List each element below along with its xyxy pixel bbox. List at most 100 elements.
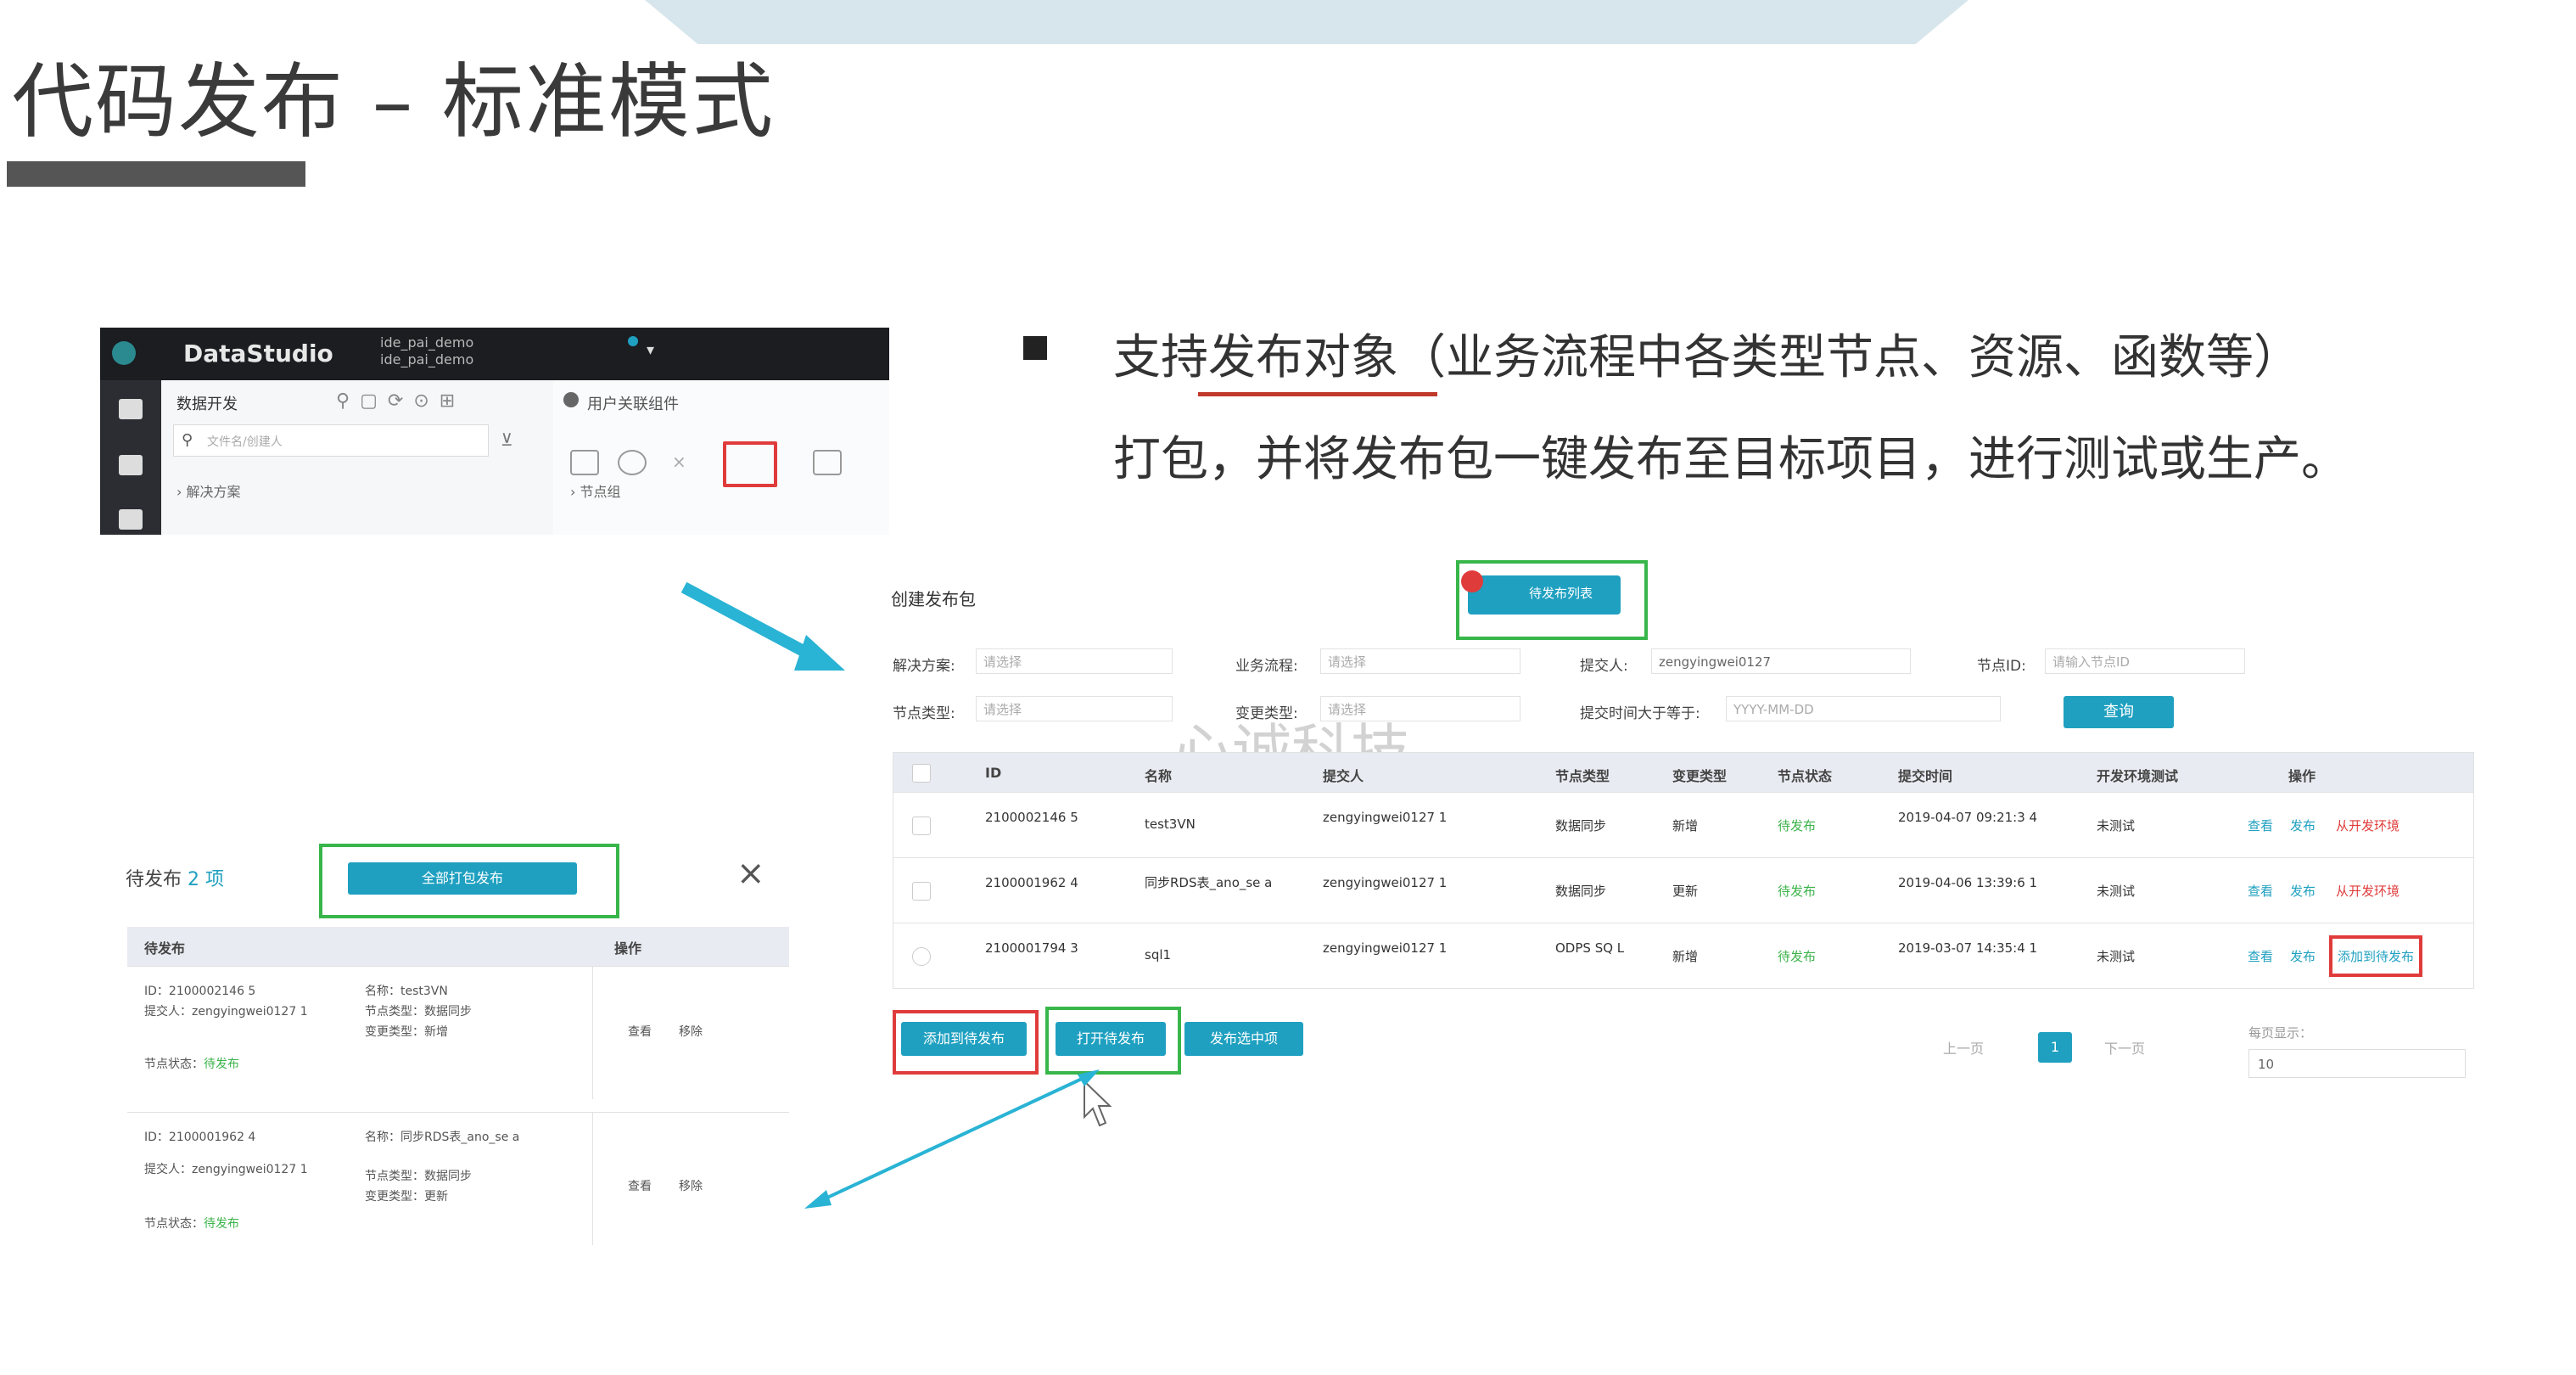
column-divider <box>592 967 593 1099</box>
submit-time-input[interactable]: YYYY-MM-DD <box>1726 696 2001 721</box>
column-header: ID <box>985 765 1002 781</box>
dialog-table-header: 待发布 操作 <box>127 927 789 966</box>
tree-item-solution[interactable]: › 解决方案 <box>176 480 241 501</box>
row-add-to-pending-link[interactable]: 添加到待发布 <box>2329 935 2423 977</box>
app-name: DataStudio <box>183 340 333 368</box>
node-id-input[interactable]: 请输入节点ID <box>2045 648 2245 674</box>
add-pending-highlight: 添加到待发布 <box>893 1010 1039 1075</box>
dialog-item-count: 2 项 <box>188 869 225 890</box>
close-icon[interactable]: × <box>736 854 765 893</box>
item-view-link[interactable]: 查看 <box>628 1023 652 1041</box>
search-nav-icon[interactable] <box>119 509 143 530</box>
row-dev-test: 未测试 <box>2097 818 2136 833</box>
stop-icon[interactable]: × <box>672 452 686 472</box>
bullet-text-line-1: 支持发布对象（业务流程中各类型节点、资源、函数等） <box>1113 330 2301 385</box>
solution-select[interactable]: 请选择 <box>976 648 1173 674</box>
run-icon[interactable] <box>618 450 647 475</box>
datastudio-logo-icon <box>112 341 136 365</box>
package-publish-all-button[interactable]: 全部打包发布 <box>348 862 577 895</box>
chevron-down-icon[interactable]: ▾ <box>647 341 654 359</box>
tab-user-component[interactable]: 用户关联组件 <box>587 392 679 414</box>
title-underline-bar <box>7 161 305 187</box>
publish-icon[interactable] <box>723 441 777 487</box>
table-row[interactable]: 2100001794 3 sql1 zengyingwei0127 1 ODPS… <box>893 923 2473 988</box>
panel-toolbar-icons[interactable]: ⚲▢⟳⊙⊞ <box>336 390 465 412</box>
row-publish-link[interactable]: 发布 <box>2290 947 2316 965</box>
row-node-type: 数据同步 <box>1555 884 1607 899</box>
field-label-submit-time: 提交时间大于等于: <box>1580 705 1700 722</box>
pending-item: ID：2100001962 4 名称：同步RDS表_ano_se a 提交人：z… <box>127 1112 789 1245</box>
prev-page-button[interactable]: 上一页 <box>1943 1037 1984 1058</box>
row-node-type: ODPS SQ L <box>1555 940 1625 956</box>
column-divider <box>592 1113 593 1245</box>
item-name: 名称：test3VN <box>365 985 448 998</box>
table-row[interactable]: 2100001962 4 同步RDS表_ano_se a zengyingwei… <box>893 857 2473 923</box>
package-publish-highlight: 全部打包发布 <box>319 844 619 918</box>
row-status: 待发布 <box>1778 949 1817 964</box>
row-submitter: zengyingwei0127 1 <box>1323 940 1448 956</box>
search-icon: ⚲ <box>182 431 193 449</box>
item-status: 节点状态：待发布 <box>144 1215 239 1233</box>
row-publish-link[interactable]: 发布 <box>2290 882 2316 900</box>
field-label-solution: 解决方案: <box>893 658 955 675</box>
row-view-link[interactable]: 查看 <box>2248 947 2273 965</box>
teal-arrow-icon <box>680 582 845 671</box>
editor-tab-area: 用户关联组件 × › 节点组 <box>553 380 889 535</box>
row-time: 2019-03-07 14:35:4 1 <box>1898 940 2038 956</box>
item-id: ID：2100001962 4 <box>144 1131 256 1144</box>
row-add-link[interactable]: 从开发环境 <box>2336 882 2400 900</box>
table-header: ID 名称 提交人 节点类型 变更类型 节点状态 提交时间 开发环境测试 操作 <box>893 753 2473 792</box>
publish-selected-button[interactable]: 发布选中项 <box>1184 1022 1303 1056</box>
layout-icon[interactable] <box>813 450 842 475</box>
flow-select[interactable]: 请选择 <box>1320 648 1520 674</box>
item-remove-link[interactable]: 移除 <box>679 1023 703 1041</box>
left-nav-sidebar <box>100 380 161 535</box>
row-publish-link[interactable]: 发布 <box>2290 817 2316 834</box>
user-icon <box>563 392 579 407</box>
tree-item-node-group[interactable]: › 节点组 <box>570 480 621 501</box>
save-icon[interactable] <box>570 450 599 475</box>
add-to-pending-button[interactable]: 添加到待发布 <box>901 1022 1027 1056</box>
row-submitter: zengyingwei0127 1 <box>1323 875 1448 890</box>
row-time: 2019-04-06 13:39:6 1 <box>1898 875 2038 890</box>
row-status: 待发布 <box>1778 884 1817 899</box>
pending-release-dialog: 待发布 2 项 全部打包发布 × 待发布 操作 ID：2100002146 5 … <box>117 839 789 1263</box>
page-size-select[interactable]: 10 <box>2248 1049 2466 1078</box>
status-dot-icon <box>628 336 638 346</box>
row-name: sql1 <box>1145 947 1172 962</box>
project-selector[interactable]: ide_pai_demo ide_pai_demo <box>380 334 473 368</box>
node-type-select[interactable]: 请选择 <box>976 696 1173 721</box>
next-page-button[interactable]: 下一页 <box>2104 1037 2145 1058</box>
row-checkbox[interactable] <box>912 817 931 835</box>
bullet-text-line-2: 打包，并将发布包一键发布至目标项目，进行测试或生产。 <box>1113 432 2349 487</box>
table-row[interactable]: 2100002146 5 test3VN zengyingwei0127 1 数… <box>893 792 2473 857</box>
row-view-link[interactable]: 查看 <box>2248 882 2273 900</box>
item-view-link[interactable]: 查看 <box>628 1177 652 1196</box>
row-checkbox[interactable] <box>912 882 931 901</box>
menu-icon[interactable] <box>119 399 143 419</box>
filter-icon[interactable]: ⊻ <box>501 429 513 450</box>
item-remove-link[interactable]: 移除 <box>679 1177 703 1196</box>
row-view-link[interactable]: 查看 <box>2248 817 2273 834</box>
row-id: 2100001794 3 <box>985 940 1078 956</box>
pending-list-button-highlight: 待发布列表 <box>1456 560 1648 640</box>
column-header: 变更类型 <box>1672 768 1728 784</box>
row-dev-test: 未测试 <box>2097 949 2136 964</box>
row-id: 2100001962 4 <box>985 875 1078 890</box>
row-add-link[interactable]: 从开发环境 <box>2336 817 2400 834</box>
open-pending-button[interactable]: 打开待发布 <box>1056 1022 1166 1056</box>
release-table: ID 名称 提交人 节点类型 变更类型 节点状态 提交时间 开发环境测试 操作 … <box>893 752 2474 989</box>
submitter-select[interactable]: zengyingwei0127 <box>1651 648 1911 674</box>
item-status-value: 待发布 <box>204 1058 239 1071</box>
search-button[interactable]: 查询 <box>2064 696 2174 728</box>
current-page[interactable]: 1 <box>2038 1032 2072 1063</box>
open-pending-highlight: 打开待发布 <box>1045 1007 1181 1075</box>
select-all-checkbox[interactable] <box>912 764 931 783</box>
data-dev-panel: 数据开发 ⚲▢⟳⊙⊞ ⚲ 文件名/创建人 ⊻ › 解决方案 <box>161 380 554 535</box>
star-icon[interactable] <box>119 455 143 475</box>
item-status-value: 待发布 <box>204 1217 239 1231</box>
item-name: 名称：同步RDS表_ano_se a <box>365 1131 520 1144</box>
item-status-label: 节点状态： <box>144 1058 204 1071</box>
row-status: 待发布 <box>1778 818 1817 833</box>
row-checkbox[interactable] <box>912 947 931 966</box>
